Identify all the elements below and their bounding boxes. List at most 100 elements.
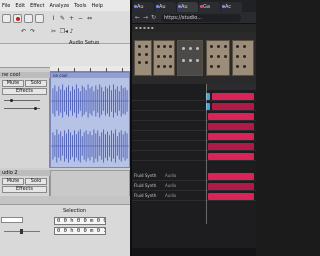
daw-status-bar bbox=[132, 248, 256, 256]
browser-tab-3[interactable]: Au bbox=[177, 2, 198, 12]
track-2-effects-button[interactable]: Effects bbox=[2, 186, 47, 193]
snap-field[interactable] bbox=[1, 217, 23, 223]
track-1-waveform-right bbox=[51, 129, 129, 163]
daw-track-type: Audio bbox=[165, 183, 177, 188]
browser-tab-1[interactable]: Au bbox=[133, 2, 154, 12]
daw-clip[interactable] bbox=[208, 183, 254, 190]
track-1-mute-button[interactable]: Mute bbox=[2, 80, 24, 87]
menu-file[interactable]: File bbox=[2, 3, 10, 9]
forward-icon[interactable]: → bbox=[143, 14, 148, 21]
daw-track-row-8[interactable]: Fluid Synth Audio bbox=[132, 172, 256, 181]
redo-icon[interactable]: ↷ bbox=[29, 28, 36, 35]
daw-clip[interactable] bbox=[208, 133, 254, 140]
daw-track-name: Fluid Synth bbox=[134, 193, 157, 198]
audio-setup-icon[interactable]: ◂ bbox=[63, 28, 70, 35]
transport-toolbar: I ✎ + − ⇔ ✂ ❐ ♪ ↶ ↷ ◂ Audio Setup bbox=[0, 11, 130, 46]
track-1-pan-knob[interactable] bbox=[34, 107, 37, 110]
envelope-tool-icon[interactable]: ✎ bbox=[59, 15, 66, 22]
daw-clip[interactable] bbox=[208, 113, 254, 120]
daw-track-row-1[interactable] bbox=[132, 92, 256, 101]
record-button[interactable] bbox=[13, 14, 22, 23]
menu-edit[interactable]: Edit bbox=[15, 3, 25, 9]
stop-button[interactable] bbox=[35, 14, 44, 23]
daw-clip[interactable] bbox=[208, 123, 254, 130]
synth-module-2[interactable] bbox=[153, 40, 175, 76]
menu-help[interactable]: Help bbox=[91, 3, 102, 9]
tab-label: Ac bbox=[225, 4, 232, 10]
track-1-effects-button[interactable]: Effects bbox=[2, 88, 47, 95]
browser-tab-4[interactable]: Ga bbox=[199, 2, 220, 12]
browser-tab-5[interactable]: Ac bbox=[221, 2, 242, 12]
address-bar[interactable]: https://studio... bbox=[161, 14, 241, 22]
browser-window: Au Au Au Ga Ac ← → ↻ https://studio... ▪… bbox=[132, 0, 256, 256]
tab-favicon-icon bbox=[222, 5, 225, 8]
daw-timeline[interactable] bbox=[206, 84, 256, 90]
daw-clip[interactable] bbox=[208, 153, 254, 160]
daw-clip[interactable] bbox=[212, 103, 254, 110]
daw-track-row-10[interactable]: Fluid Synth Audio bbox=[132, 192, 256, 201]
audacity-window: File Edit Effect Analyze Tools Help I ✎ … bbox=[0, 0, 130, 256]
track-2-empty-lane[interactable] bbox=[50, 170, 130, 198]
daw-track-name: Fluid Synth bbox=[134, 173, 157, 178]
track-1-control-panel: ne cool Mute Solo Effects bbox=[0, 72, 50, 168]
synth-module-5[interactable] bbox=[232, 40, 254, 76]
playback-speed-knob[interactable] bbox=[20, 229, 23, 234]
track-1-solo-button[interactable]: Solo bbox=[25, 80, 47, 87]
playhead-line[interactable] bbox=[206, 84, 207, 224]
tab-favicon-icon bbox=[178, 5, 181, 8]
menu-tools[interactable]: Tools bbox=[74, 3, 86, 9]
cut-icon[interactable]: ✂ bbox=[50, 28, 57, 35]
module-strip bbox=[132, 32, 256, 84]
track-1-name[interactable]: ne cool bbox=[0, 72, 50, 78]
browser-tabbar: Au Au Au Ga Ac bbox=[132, 0, 256, 12]
reload-icon[interactable]: ↻ bbox=[151, 14, 156, 21]
browser-tab-2[interactable]: Au bbox=[155, 2, 176, 12]
selection-end-time[interactable]: 0 0 h 0 0 m 0 1 . 6 9 0 s bbox=[54, 227, 106, 235]
daw-track-row-5[interactable] bbox=[132, 132, 256, 141]
daw-menu-bar[interactable]: ▪ ▪ ▪ ▪ ▪ bbox=[132, 24, 256, 32]
synth-module-1[interactable] bbox=[134, 40, 152, 76]
daw-track-row-4[interactable] bbox=[132, 122, 256, 131]
daw-clip[interactable] bbox=[208, 173, 254, 180]
daw-track-name: Fluid Synth bbox=[134, 183, 157, 188]
daw-track-row-3[interactable] bbox=[132, 112, 256, 121]
tab-label: Au bbox=[181, 4, 188, 10]
synth-module-4[interactable] bbox=[206, 40, 230, 76]
audacity-menubar: File Edit Effect Analyze Tools Help bbox=[0, 0, 130, 11]
synth-module-3[interactable] bbox=[177, 40, 203, 76]
daw-clip[interactable] bbox=[208, 193, 254, 200]
track-1-clip[interactable]: ne cool bbox=[50, 72, 130, 168]
back-icon[interactable]: ← bbox=[135, 14, 140, 21]
track-1-clip-header[interactable]: ne cool bbox=[51, 73, 129, 78]
zoom-out-icon[interactable]: − bbox=[77, 15, 84, 22]
tab-favicon-icon bbox=[200, 5, 203, 8]
track-2-solo-button[interactable]: Solo bbox=[25, 178, 47, 185]
zoom-in-icon[interactable]: + bbox=[68, 15, 75, 22]
track-2-name[interactable]: udio 2 bbox=[0, 170, 50, 176]
selection-start-time[interactable]: 0 0 h 0 0 m 0 0 . 0 0 0 s bbox=[54, 217, 106, 225]
selection-tool-icon[interactable]: I bbox=[50, 15, 57, 22]
track-1-gain-knob[interactable] bbox=[10, 99, 13, 102]
menu-effect[interactable]: Effect bbox=[30, 3, 44, 9]
track-2-control-panel: udio 2 Mute Solo Effects bbox=[0, 170, 50, 198]
daw-clip[interactable] bbox=[208, 143, 254, 150]
daw-track-row-2[interactable] bbox=[132, 102, 256, 111]
daw-track-type: Audio bbox=[165, 193, 177, 198]
daw-track-row-7[interactable] bbox=[132, 152, 256, 161]
selection-toolbar: Selection 0 0 h 0 0 m 0 0 . 0 0 0 s 0 0 … bbox=[0, 204, 130, 256]
tab-favicon-icon bbox=[156, 5, 159, 8]
daw-track-row-9[interactable]: Fluid Synth Audio bbox=[132, 182, 256, 191]
desktop: File Edit Effect Analyze Tools Help I ✎ … bbox=[0, 0, 256, 256]
daw-track-type: Audio bbox=[165, 173, 177, 178]
track-2-mute-button[interactable]: Mute bbox=[2, 178, 24, 185]
fit-icon[interactable]: ⇔ bbox=[86, 15, 93, 22]
pause-button[interactable] bbox=[2, 14, 11, 23]
play-button[interactable] bbox=[24, 14, 33, 23]
menu-analyze[interactable]: Analyze bbox=[49, 3, 69, 9]
tab-favicon-icon bbox=[134, 5, 137, 8]
undo-icon[interactable]: ↶ bbox=[20, 28, 27, 35]
browser-toolbar: ← → ↻ https://studio... bbox=[132, 12, 256, 24]
daw-track-row-6[interactable] bbox=[132, 142, 256, 151]
tab-label: Ga bbox=[203, 4, 210, 10]
daw-clip[interactable] bbox=[212, 93, 254, 100]
